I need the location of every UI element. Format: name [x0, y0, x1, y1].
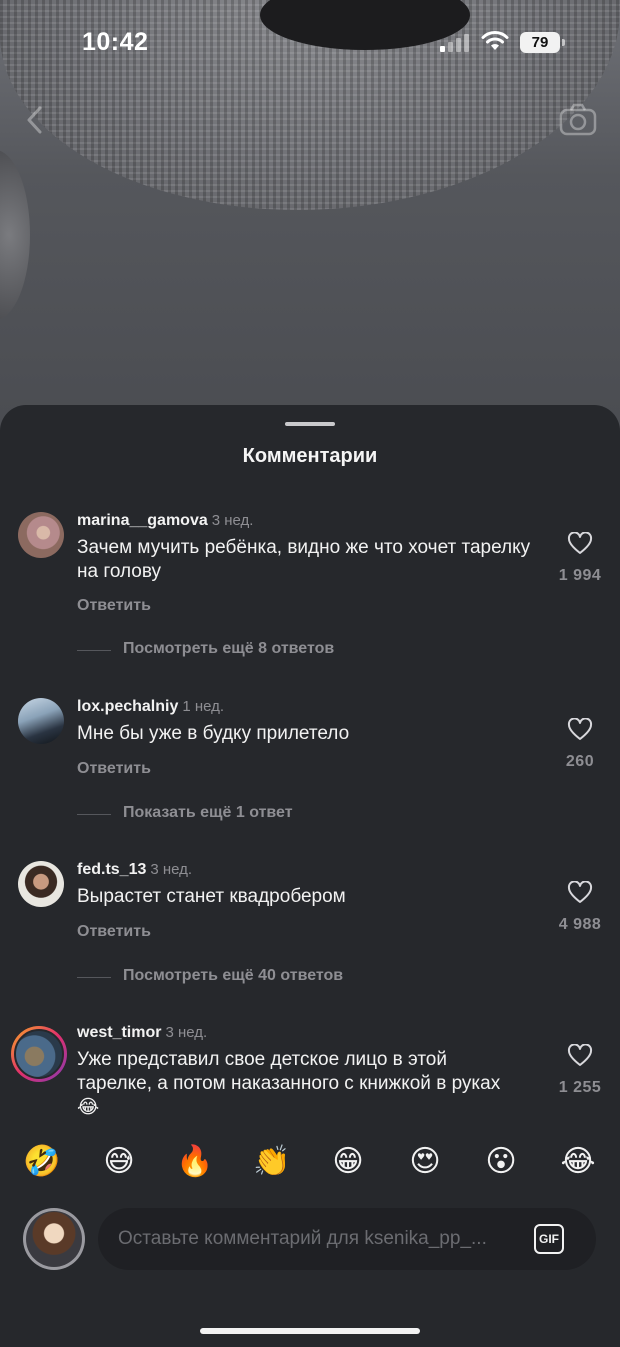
comment-age: 3 нед.	[211, 512, 254, 529]
status-bar: 10:42 79	[0, 0, 620, 80]
more-replies-label[interactable]: Посмотреть ещё 8 ответов	[123, 640, 334, 658]
avatar[interactable]	[11, 1026, 67, 1082]
status-time: 10:42	[82, 28, 149, 56]
my-avatar	[23, 1208, 85, 1270]
comment-username[interactable]: lox.pechalniy 1 нед.	[77, 698, 224, 716]
comment-username[interactable]: fed.ts_13 3 нед.	[77, 861, 192, 879]
reply-button[interactable]: Ответить	[77, 597, 151, 615]
avatar[interactable]	[18, 698, 64, 744]
comment-username[interactable]: marina__gamova 3 нед.	[77, 512, 253, 530]
username-text[interactable]: lox.pechalniy	[77, 698, 178, 715]
username-text[interactable]: west_timor	[77, 1024, 161, 1041]
comment-text: Мне бы уже в будку прилетело	[77, 723, 350, 744]
avatar-image	[26, 1211, 82, 1267]
comment-username[interactable]: west_timor 3 нед.	[77, 1024, 207, 1042]
more-replies-label[interactable]: Показать ещё 1 ответ	[123, 804, 293, 822]
background-object	[0, 150, 30, 320]
wifi-icon	[481, 31, 509, 50]
comment-age: 3 нед.	[165, 1024, 208, 1041]
emoji-button[interactable]: 😮	[481, 1142, 521, 1182]
more-replies-label[interactable]: Посмотреть ещё 40 ответов	[123, 967, 343, 985]
reply-button[interactable]: Ответить	[77, 923, 151, 941]
comment-age: 3 нед.	[150, 861, 193, 878]
heart-icon[interactable]	[567, 1044, 593, 1068]
comment-age: 1 нед.	[182, 698, 225, 715]
emoji-button[interactable]: 😍	[405, 1142, 445, 1182]
signal-icon	[440, 34, 472, 52]
like-count: 4 988	[558, 916, 602, 933]
comment-input[interactable]: Оставьте комментарий для ksenika_pp_... …	[98, 1208, 596, 1270]
comment-input-placeholder[interactable]: Оставьте комментарий для ksenika_pp_...	[118, 1228, 528, 1250]
back-arrow-icon[interactable]	[20, 100, 52, 140]
reply-button[interactable]: Ответить	[77, 760, 151, 778]
comment-text: Уже представил свое детское лицо в этой …	[77, 1049, 501, 1118]
comment-text: Вырастет станет квадробером	[77, 886, 346, 907]
comment-text: Зачем мучить ребёнка, видно же что хочет…	[77, 537, 531, 582]
avatar[interactable]	[18, 512, 64, 558]
sheet-title: Комментарии	[242, 445, 378, 467]
battery-icon: 79	[520, 32, 565, 53]
emoji-quick-bar: 🤣 😅 🔥 👏 😁 😍 😮 😂	[0, 1142, 620, 1190]
emoji-button[interactable]: 👏	[252, 1142, 292, 1182]
emoji-button[interactable]: 😅	[99, 1142, 139, 1182]
camera-icon[interactable]	[558, 100, 598, 140]
divider	[77, 977, 111, 978]
username-text[interactable]: marina__gamova	[77, 512, 208, 529]
like-count: 1 255	[558, 1079, 602, 1096]
emoji-button[interactable]: 🔥	[175, 1142, 215, 1182]
divider	[77, 650, 111, 651]
like-count: 260	[565, 753, 595, 770]
emoji-button[interactable]: 😂	[558, 1142, 598, 1182]
sheet-grabber[interactable]	[285, 422, 335, 426]
heart-icon[interactable]	[567, 718, 593, 742]
heart-icon[interactable]	[567, 532, 593, 556]
gif-icon[interactable]: GIF	[534, 1224, 564, 1254]
like-count: 1 994	[558, 567, 602, 584]
home-indicator[interactable]	[200, 1328, 420, 1334]
heart-icon[interactable]	[567, 881, 593, 905]
divider	[77, 814, 111, 815]
emoji-button[interactable]: 😁	[328, 1142, 368, 1182]
username-text[interactable]: fed.ts_13	[77, 861, 146, 878]
emoji-button[interactable]: 🤣	[22, 1142, 62, 1182]
avatar[interactable]	[18, 861, 64, 907]
